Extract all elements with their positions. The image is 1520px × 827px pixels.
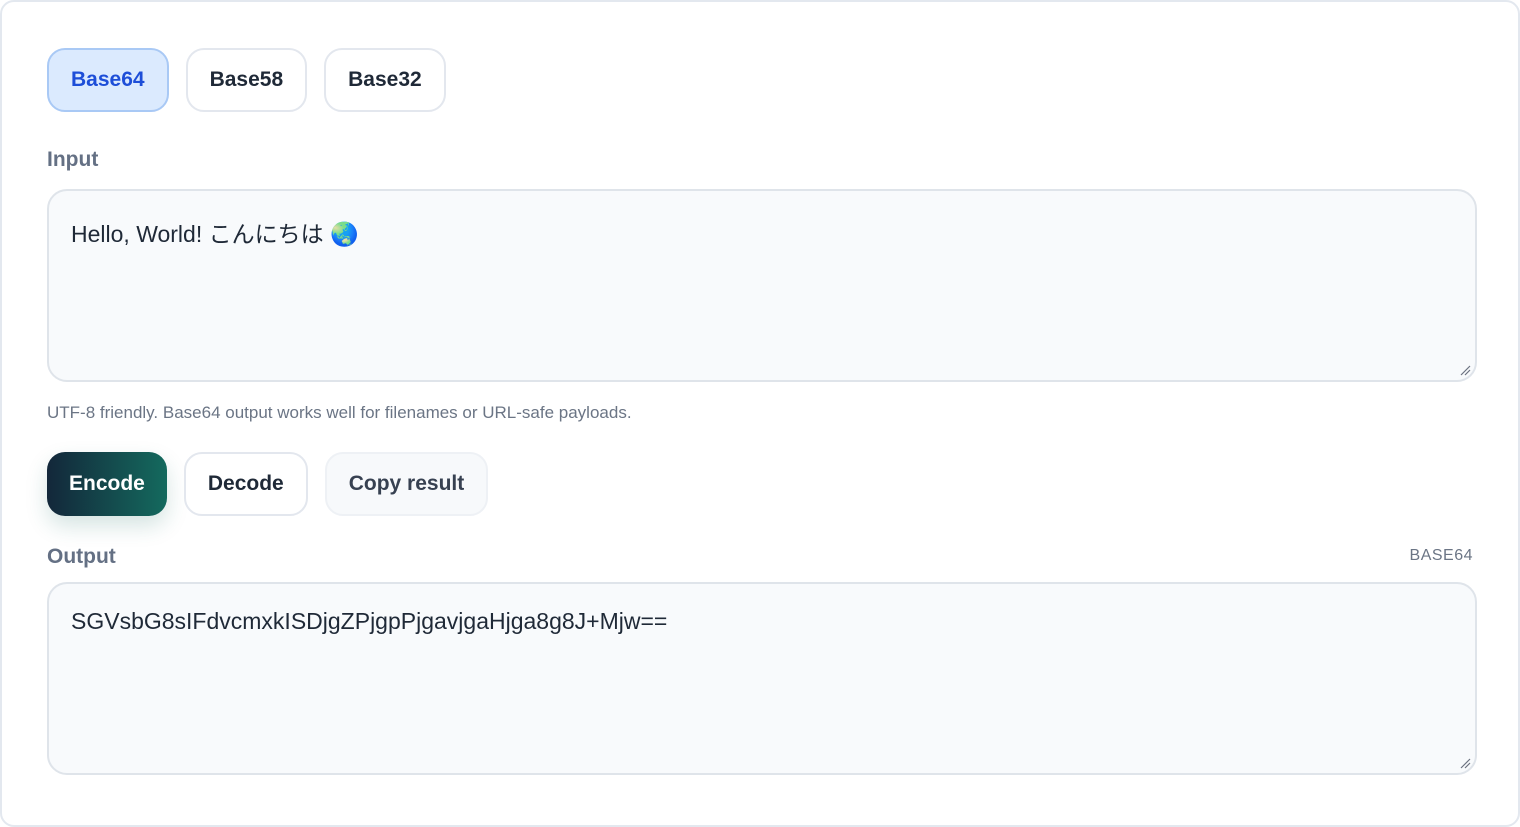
decode-button[interactable]: Decode — [183, 452, 308, 516]
encode-button[interactable]: Encode — [47, 452, 167, 516]
input-textarea[interactable]: Hello, World! こんにちは 🌏 — [47, 189, 1477, 382]
tab-base58[interactable]: Base58 — [185, 48, 308, 112]
output-format-tag: BASE64 — [1409, 547, 1473, 564]
encoding-tabs: Base64 Base58 Base32 — [47, 48, 446, 112]
input-hint: UTF-8 friendly. Base64 output works well… — [47, 403, 632, 422]
action-bar: Encode Decode Copy result — [47, 452, 489, 516]
input-text: Hello, World! こんにちは 🌏 — [71, 221, 359, 247]
resize-handle-icon[interactable] — [1459, 757, 1471, 769]
output-text: SGVsbG8sIFdvcmxkISDjgZPjgpPjgavjgaHjga8g… — [71, 608, 668, 634]
encoder-panel: Base64 Base58 Base32 Input Hello, World!… — [0, 0, 1520, 827]
tab-base64[interactable]: Base64 — [47, 48, 169, 112]
input-label: Input — [47, 148, 99, 171]
resize-handle-icon[interactable] — [1459, 364, 1471, 376]
output-label: Output — [47, 545, 116, 568]
output-textarea[interactable]: SGVsbG8sIFdvcmxkISDjgZPjgpPjgavjgaHjga8g… — [47, 582, 1477, 775]
copy-result-button[interactable]: Copy result — [324, 452, 489, 516]
tab-base32[interactable]: Base32 — [324, 48, 446, 112]
